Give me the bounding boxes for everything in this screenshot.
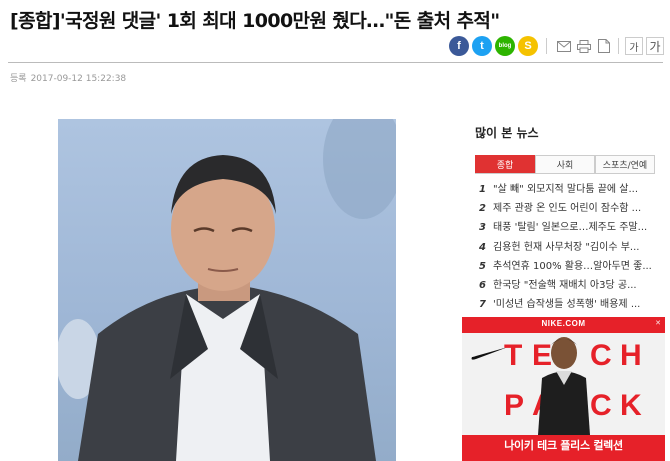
news-link[interactable]: 추석연휴 100% 활용…알아두면 좋... (493, 257, 652, 272)
date-label: 등록 (10, 74, 27, 84)
nike-ad-banner[interactable]: NIKE.COM ✕ T E C H P A C K 나이키 테크 플리스 컬렉… (462, 317, 665, 461)
tab-society[interactable]: 사회 (535, 155, 595, 173)
print-button[interactable] (575, 37, 592, 55)
rank-number: 1 (479, 184, 486, 195)
rank-number: 6 (479, 279, 486, 291)
popular-news-list: 1 "살 빼" 외모지적 말다툼 끝에 살... 2 제주 관광 온 인도 어린이 … (479, 180, 665, 314)
article-headline: [종합]'국정원 댓글' 1회 최대 1000만원 줬다…"돈 출처 추적" (10, 10, 500, 32)
ad-close-icon[interactable]: ✕ (655, 319, 661, 327)
list-item[interactable]: 1 "살 빼" 외모지적 말다툼 끝에 살... (479, 180, 659, 199)
ad-model-image (538, 337, 590, 435)
date-value: 2017-09-12 15:22:38 (30, 74, 127, 84)
popular-news-title: 많이 본 뉴스 (475, 126, 539, 140)
article-photo (58, 119, 396, 461)
font-small-label: 가 (629, 42, 639, 54)
pdf-button[interactable] (595, 37, 612, 55)
list-item[interactable]: 4 김용헌 헌재 사무처장 "김이수 부... (479, 238, 659, 257)
list-item[interactable]: 7 '미성년 습작생들 성폭행' 배용제 ... (479, 295, 659, 314)
rank-number: 3 (479, 222, 486, 234)
pdf-icon (597, 39, 610, 53)
popular-news-box: 많이 본 뉴스 종합 사회 스포츠/연예 1 "살 빼" 외모지적 말다툼 끝에 … (465, 118, 665, 314)
facebook-share-button[interactable]: f (449, 36, 469, 56)
ad-caption: 나이키 테크 플리스 컬렉션 (504, 439, 623, 452)
news-link[interactable]: 태풍 '탈림' 일본으로…제주도 주말... (493, 218, 647, 233)
news-link[interactable]: 김용헌 헌재 사무처장 "김이수 부... (493, 238, 639, 253)
print-icon (576, 39, 591, 53)
share-toolbar: f t blog S 가 가 (449, 36, 664, 56)
kakaostory-share-button[interactable]: S (518, 36, 538, 56)
article-photo-image (58, 119, 396, 461)
ad-letter: H (620, 339, 642, 372)
tab-general[interactable]: 종합 (475, 155, 535, 173)
divider (618, 38, 619, 54)
header-divider (8, 62, 663, 63)
email-button[interactable] (555, 37, 572, 55)
facebook-icon: f (457, 40, 461, 52)
blog-share-button[interactable]: blog (495, 36, 515, 56)
ad-letter: P (504, 389, 525, 422)
tab-sports-entertainment[interactable]: 스포츠/연예 (595, 155, 655, 173)
rank-number: 5 (479, 260, 486, 272)
rank-number: 2 (479, 203, 486, 215)
dateline: 등록 2017-09-12 15:22:38 (10, 71, 130, 84)
news-link[interactable]: '미성년 습작생들 성폭행' 배용제 ... (493, 295, 640, 310)
list-item[interactable]: 6 한국당 "전술핵 재배치 아3당 공... (479, 276, 659, 295)
ad-brand: NIKE.COM (541, 319, 586, 328)
rank-number: 7 (479, 299, 486, 311)
email-icon (556, 40, 571, 52)
ad-letter: K (620, 389, 642, 422)
news-link[interactable]: "살 빼" 외모지적 말다툼 끝에 살... (493, 180, 638, 195)
twitter-icon: t (480, 40, 484, 52)
ad-visual: T E C H P A C K (462, 333, 665, 435)
list-item[interactable]: 2 제주 관광 온 인도 어린이 잠수함 ... (479, 199, 659, 218)
ad-letter: T (504, 339, 523, 372)
blog-icon: blog (498, 43, 512, 49)
news-link[interactable]: 한국당 "전술핵 재배치 아3당 공... (493, 276, 637, 291)
popular-news-tabs: 종합 사회 스포츠/연예 (475, 155, 655, 174)
divider (546, 38, 547, 54)
font-increase-button[interactable]: 가 (646, 37, 664, 55)
news-link[interactable]: 제주 관광 온 인도 어린이 잠수함 ... (493, 199, 641, 214)
list-item[interactable]: 3 태풍 '탈림' 일본으로…제주도 주말... (479, 218, 659, 237)
twitter-share-button[interactable]: t (472, 36, 492, 56)
rank-number: 4 (479, 241, 486, 253)
list-item[interactable]: 5 추석연휴 100% 활용…알아두면 좋... (479, 257, 659, 276)
font-large-label: 가 (649, 39, 661, 54)
kakaostory-icon: S (524, 40, 532, 52)
font-decrease-button[interactable]: 가 (625, 37, 643, 55)
